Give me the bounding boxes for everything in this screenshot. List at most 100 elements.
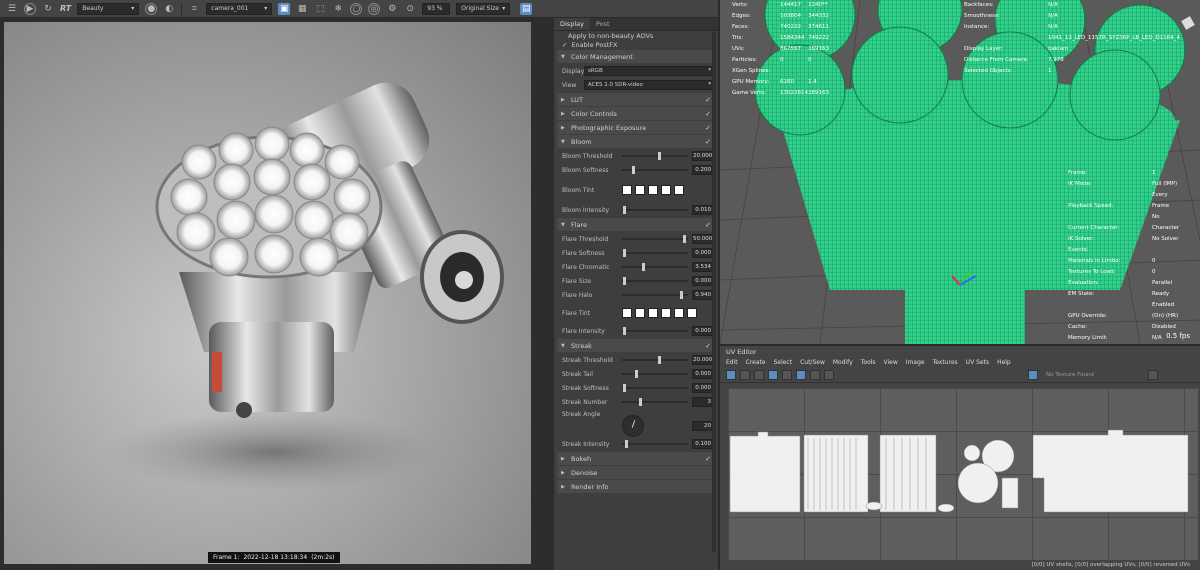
flare-chromatic-input[interactable]: 3.534 [692,262,714,272]
uv-grid-icon[interactable] [768,369,778,380]
uv-image-icon[interactable] [796,369,806,380]
bloom-threshold-input[interactable]: 20.000 [692,151,714,161]
streak-intensity-input[interactable]: 0.100 [692,439,714,449]
render-icon[interactable]: ▶ [24,2,36,15]
region-icon[interactable]: ⬚ [314,3,326,15]
streak-angle-dial[interactable] [622,415,644,437]
section-render-info[interactable]: ▶ Render Info [557,480,715,493]
tint-swatch[interactable] [674,308,684,318]
streak-threshold-slider[interactable] [622,356,688,364]
checkmark-icon[interactable]: ✓ [705,110,711,118]
section-color-management[interactable]: ▼ Color Management [557,50,715,63]
size-select[interactable]: Original Size ▾ [456,2,511,15]
flare-size-input[interactable]: 0.000 [692,276,714,286]
streak-softness-slider[interactable] [622,384,688,392]
flare-halo-input[interactable]: 0.940 [692,290,714,300]
uv-menu-help[interactable]: Help [997,359,1011,366]
slider-knob[interactable] [622,327,626,335]
section-flare[interactable]: ▼ Flare ✓ [557,218,715,231]
panel-scrollbar[interactable] [712,32,716,552]
camera-lock-icon[interactable]: ▣ [278,2,291,15]
uv-menu-textures[interactable]: Textures [933,359,958,366]
apply-non-beauty-row[interactable]: Apply to non-beauty AOVs [554,31,718,40]
pass-select[interactable]: Beauty ▾ [77,2,140,15]
exposure-icon[interactable]: ◐ [163,3,175,15]
uv-menu-tools[interactable]: Tools [861,359,876,366]
tint-swatch[interactable] [648,185,658,195]
flare-threshold-slider[interactable] [622,235,688,243]
uv-menu-modify[interactable]: Modify [833,359,853,366]
tint-swatch[interactable] [648,308,658,318]
tint-swatch[interactable] [635,308,645,318]
bloom-threshold-slider[interactable] [622,152,688,160]
tint-swatch[interactable] [674,185,684,195]
uv-exposure-icon[interactable] [1147,369,1158,380]
section-streak[interactable]: ▼ Streak ✓ [557,339,715,352]
streak-intensity-slider[interactable] [622,440,688,448]
rt-label[interactable]: RT [60,4,71,13]
camera-select[interactable]: camera_001 ▾ [206,2,273,15]
slider-knob[interactable] [625,440,629,448]
uv-shell-icon[interactable] [740,369,750,380]
uv-menu-select[interactable]: Select [774,359,793,366]
section-bloom[interactable]: ▼ Bloom ✓ [557,135,715,148]
target-icon[interactable]: ◎ [368,2,381,15]
streak-number-input[interactable]: 3 [692,397,714,407]
uv-menu-cut-sew[interactable]: Cut/Sew [800,359,825,366]
viewport-3d[interactable]: Verts: 144417 2240** Edges: 103804 344332 Face… [718,0,1200,344]
tint-swatch[interactable] [661,308,671,318]
tint-swatch[interactable] [622,185,632,195]
refresh-icon[interactable]: ↻ [42,3,54,15]
slider-knob[interactable] [622,249,626,257]
panel-toggle-icon[interactable]: ▤ [520,2,533,15]
uv-checker-icon[interactable] [810,369,820,380]
flare-intensity-slider[interactable] [622,327,688,335]
tab-post[interactable]: Post [590,18,616,30]
tab-display[interactable]: Display [554,18,590,30]
slider-knob[interactable] [658,356,662,364]
slider-knob[interactable] [658,152,662,160]
tint-swatch[interactable] [687,308,697,318]
crop-icon[interactable]: ⌗ [188,3,200,15]
tint-swatch[interactable] [661,185,671,195]
uv-face-icon[interactable] [782,369,792,380]
flare-softness-input[interactable]: 0.000 [692,248,714,258]
bloom-intensity-input[interactable]: 0.010 [692,205,714,215]
uv-menu-edit[interactable]: Edit [726,359,738,366]
slider-knob[interactable] [622,277,626,285]
streak-softness-input[interactable]: 0.000 [692,383,714,393]
uv-vertex-icon[interactable] [754,369,764,380]
uv-menu-image[interactable]: Image [906,359,925,366]
streak-threshold-input[interactable]: 20.000 [692,355,714,365]
checkmark-icon[interactable]: ✓ [705,124,711,132]
uv-texture-icon[interactable] [1028,369,1038,380]
flare-softness-slider[interactable] [622,249,688,257]
checkmark-icon[interactable]: ✓ [705,221,711,229]
tint-swatch[interactable] [622,308,632,318]
flare-intensity-input[interactable]: 0.000 [692,326,714,336]
uv-menu-view[interactable]: View [884,359,898,366]
flare-size-slider[interactable] [622,277,688,285]
grid-icon[interactable]: ▦ [296,3,308,15]
flare-threshold-input[interactable]: 50.000 [692,234,714,244]
uv-select-tool-icon[interactable] [726,369,736,380]
slider-knob[interactable] [623,206,627,214]
bloom-softness-input[interactable]: 0.200 [692,165,714,175]
bloom-intensity-slider[interactable] [622,206,688,214]
menu-icon[interactable]: ☰ [6,3,18,15]
slider-knob[interactable] [622,384,626,392]
slider-knob[interactable] [635,370,639,378]
streak-tail-slider[interactable] [622,370,688,378]
slider-knob[interactable] [682,235,686,243]
slider-knob[interactable] [680,291,684,299]
checkmark-icon[interactable]: ✓ [705,342,711,350]
streak-tail-input[interactable]: 0.000 [692,369,714,379]
tint-swatch[interactable] [635,185,645,195]
slider-knob[interactable] [638,398,642,406]
section-lut[interactable]: ▶ LUT ✓ [557,93,715,106]
uv-menu-uv-sets[interactable]: UV Sets [966,359,989,366]
ipr-icon[interactable]: ○ [350,2,363,15]
channel-icon[interactable]: ● [145,2,158,15]
uv-texture-select[interactable]: No Texture Found [1046,372,1094,378]
slider-knob[interactable] [641,263,645,271]
